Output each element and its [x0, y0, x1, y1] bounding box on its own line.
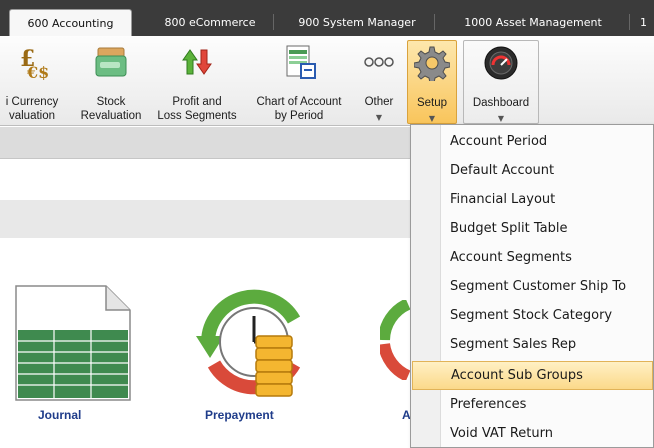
module-tab-strip: 600 Accounting 800 eCommerce 900 System …	[0, 0, 654, 36]
dashboard-gauge-icon	[484, 46, 518, 80]
setup-label: Setup	[416, 97, 448, 109]
menu-item-segment-customer-ship-to[interactable]: Segment Customer Ship To	[412, 272, 653, 301]
svg-text:€$: €$	[26, 63, 49, 80]
tab-1000-asset-management[interactable]: 1000 Asset Management	[448, 9, 618, 36]
prepayment-label[interactable]: Prepayment	[205, 408, 274, 422]
other-dropdown-arrow-icon[interactable]: ▼	[376, 113, 382, 122]
menu-item-preferences[interactable]: Preferences	[412, 390, 653, 419]
setup-dropdown-arrow-icon[interactable]: ▼	[429, 114, 435, 123]
menu-item-account-period[interactable]: Account Period	[412, 127, 653, 156]
chart-of-account-by-period-button[interactable]: Chart of Account by Period	[246, 40, 352, 124]
stock-cards-icon	[95, 47, 127, 77]
tab-separator	[629, 14, 630, 30]
chart-of-account-label-2: by Period	[274, 110, 324, 122]
journal-label[interactable]: Journal	[38, 408, 81, 422]
partial-tile-icon[interactable]	[380, 300, 410, 380]
menu-item-void-vat-return[interactable]: Void VAT Return	[412, 419, 653, 448]
prepayment-clock-coins-icon[interactable]	[194, 282, 314, 402]
setup-dropdown-menu: Account Period Default Account Financial…	[410, 124, 654, 448]
chart-of-account-label-1: Chart of Account	[256, 96, 342, 108]
currency-pound-euro-icon: £ €$	[20, 46, 49, 80]
dashboard-dropdown-arrow-icon[interactable]: ▼	[498, 114, 504, 123]
menu-item-account-sub-groups[interactable]: Account Sub Groups	[412, 361, 653, 390]
stock-revaluation-label-1: Stock	[96, 96, 126, 108]
menu-item-segment-sales-rep[interactable]: Segment Sales Rep	[412, 330, 653, 359]
menu-item-financial-layout[interactable]: Financial Layout	[412, 185, 653, 214]
dashboard-label: Dashboard	[472, 97, 530, 109]
tab-next-cutoff[interactable]: 1	[640, 9, 654, 36]
spreadsheet-document-icon	[286, 45, 316, 79]
tab-800-ecommerce[interactable]: 800 eCommerce	[148, 9, 272, 36]
menu-item-account-segments[interactable]: Account Segments	[412, 243, 653, 272]
dashboard-button[interactable]: Dashboard ▼	[463, 40, 539, 124]
tab-separator	[273, 14, 274, 30]
stock-revaluation-button[interactable]: Stock Revaluation	[74, 40, 148, 124]
tab-600-accounting[interactable]: 600 Accounting	[9, 9, 132, 36]
profit-loss-segments-label-2: Loss Segments	[157, 110, 237, 122]
profit-loss-arrows-icon	[182, 49, 212, 75]
journal-icon[interactable]	[14, 284, 132, 402]
profit-loss-segments-button[interactable]: Profit and Loss Segments	[152, 40, 242, 124]
more-dots-icon	[364, 57, 394, 67]
currency-revaluation-label-1: i Currency	[5, 96, 59, 108]
gear-icon	[414, 46, 450, 81]
menu-item-segment-stock-category[interactable]: Segment Stock Category	[412, 301, 653, 330]
currency-revaluation-button[interactable]: £ €$ i Currency valuation	[0, 40, 70, 124]
ribbon: £ €$ i Currency valuation Stock Revaluat…	[0, 36, 654, 126]
currency-revaluation-label-2: valuation	[8, 110, 56, 122]
menu-item-budget-split-table[interactable]: Budget Split Table	[412, 214, 653, 243]
other-label: Other	[364, 96, 394, 108]
setup-button[interactable]: Setup ▼	[407, 40, 457, 124]
menu-item-default-account[interactable]: Default Account	[412, 156, 653, 185]
stock-revaluation-label-2: Revaluation	[80, 110, 142, 122]
tab-900-system-manager[interactable]: 900 System Manager	[283, 9, 431, 36]
other-button[interactable]: Other ▼	[356, 40, 402, 124]
tab-separator	[434, 14, 435, 30]
profit-loss-segments-label-1: Profit and	[172, 96, 222, 108]
